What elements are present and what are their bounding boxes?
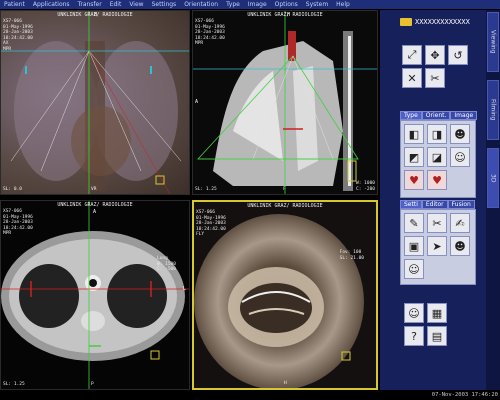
patient-info: XS7-066 01-May-1996 28-Jan-2003 18:24:42… <box>196 210 226 237</box>
head-view-icon[interactable]: ☺ <box>404 303 424 323</box>
tab-viewing[interactable]: Viewing <box>487 12 499 72</box>
viewport-axial[interactable]: UNKLINIK GRAZ/ RADIOLOGIE XS7-066 01-May… <box>0 200 190 390</box>
mpr-oblique-icon[interactable]: ◪ <box>427 147 447 167</box>
arrow-select-icon[interactable]: ➤ <box>427 236 447 256</box>
type-group: ◧ ◨ ☻ ◩ ◪ ☺ ♥ ♥ <box>400 120 476 198</box>
orientation-bottom: H <box>284 381 287 386</box>
datetime-display: 07-Nov-2003 17:46:20 <box>431 392 498 398</box>
head-icon[interactable]: ☻ <box>450 124 470 144</box>
orientation-bottom: P <box>91 382 94 387</box>
scissors-tool-icon[interactable]: ✂ <box>425 68 445 88</box>
menu-system[interactable]: System <box>306 0 328 9</box>
menu-bar: Patient Applications Transfer Edit View … <box>0 0 500 9</box>
top-toolbar: ⤢ ✥ ↺ ✕ ✂ <box>402 45 468 88</box>
menu-options[interactable]: Options <box>275 0 298 9</box>
window-level: Lung W: 1500 C: -500 <box>157 256 176 272</box>
mpr-axial-icon[interactable]: ◧ <box>404 124 424 144</box>
rotate-3d-tool-icon[interactable]: ✥ <box>425 45 445 65</box>
skull-icon[interactable]: ☺ <box>450 147 470 167</box>
slice-label: SL: 1.25 <box>195 187 217 192</box>
tab-image[interactable]: Image <box>450 111 478 120</box>
cut-region-icon[interactable]: ✂ <box>427 213 447 233</box>
orientation-top: A <box>93 209 97 215</box>
head-profile-icon[interactable]: ☺ <box>404 259 424 279</box>
undo-tool-icon[interactable]: ↺ <box>448 45 468 65</box>
patient-info: XS7-066 01-May-1996 28-Jan-2003 18:24:42… <box>3 209 33 236</box>
tab-fusion[interactable]: Fusion <box>447 200 475 209</box>
menu-settings[interactable]: Settings <box>152 0 177 9</box>
tab-settings[interactable]: Setti <box>400 200 422 209</box>
viewport-sagittal[interactable]: UNKLINIK GRAZ/ RADIOLOGIE XS7-066 01-May… <box>192 10 378 195</box>
fov-info: Fov: 100 SL: 21.00 <box>339 250 364 261</box>
vr-red-icon[interactable]: ♥ <box>404 170 424 190</box>
status-bar: 07-Nov-2003 17:46:20 <box>0 391 500 400</box>
menu-image[interactable]: Image <box>248 0 267 9</box>
slice-label: SL: 0.0 <box>3 187 22 192</box>
tab-filming[interactable]: Filming <box>487 80 499 140</box>
mpr-sagittal-icon[interactable]: ◨ <box>427 124 447 144</box>
orientation-bottom: F <box>283 187 286 192</box>
menu-edit[interactable]: Edit <box>110 0 122 9</box>
window-level: W: 1000 C: -200 <box>356 181 375 192</box>
settings-tabs: Setti Editor Fusion <box>400 200 475 209</box>
vr-red-alt-icon[interactable]: ♥ <box>427 170 447 190</box>
cube-edit-icon[interactable]: ▣ <box>404 236 424 256</box>
menu-applications[interactable]: Applications <box>33 0 70 9</box>
orientation-right: L <box>182 286 186 292</box>
edit-contour-icon[interactable]: ✎ <box>404 213 424 233</box>
viewport-coronal[interactable]: UNKLINIK GRAZ/ RADIOLOGIE XS7-066 01-May… <box>0 10 190 195</box>
help-icon[interactable]: ? <box>404 326 424 346</box>
folder-label: XXXXXXXXXXXXX <box>415 18 470 26</box>
viewport-header: UNKLINIK GRAZ/ RADIOLOGIE <box>247 12 323 18</box>
settings-group: ✎ ✂ ✍ ▣ ➤ ☻ ☺ <box>400 209 476 285</box>
viewport-header: UNKLINIK GRAZ/ RADIOLOGIE <box>57 202 133 208</box>
orientation-top: H <box>287 12 291 18</box>
menu-view[interactable]: View <box>129 0 143 9</box>
menu-help[interactable]: Help <box>336 0 350 9</box>
pan-tool-icon[interactable]: ✕ <box>402 68 422 88</box>
viewport-endoscopy[interactable]: UNKLINIK GRAZ/ RADIOLOGIE XS7-066 01-May… <box>192 200 378 390</box>
bottom-toolbar: ☺ ▦ ? ▤ <box>404 303 447 346</box>
tab-editor[interactable]: Editor <box>421 200 448 209</box>
patient-info: XS7-066 01-May-1996 28-Jan-2003 18:24:42… <box>3 19 33 52</box>
vertical-tab-bar: Viewing Filming 3D <box>486 10 500 390</box>
multi-view-icon[interactable]: ▦ <box>427 303 447 323</box>
orientation-top: H <box>94 12 98 18</box>
tab-type[interactable]: Type <box>400 111 422 120</box>
view-tabs: Type Orient. Image <box>400 111 478 120</box>
patient-folder[interactable]: XXXXXXXXXXXXX <box>400 18 470 26</box>
head-select-icon[interactable]: ☻ <box>450 236 470 256</box>
film-icon[interactable]: ▤ <box>427 326 447 346</box>
folder-icon <box>400 18 412 26</box>
viewport-header: UNKLINIK GRAZ/ RADIOLOGIE <box>247 203 323 209</box>
zoom-tool-icon[interactable]: ⤢ <box>402 45 422 65</box>
orientation-left: A <box>195 99 199 105</box>
tab-orient[interactable]: Orient. <box>421 111 451 120</box>
menu-orientation[interactable]: Orientation <box>184 0 218 9</box>
mpr-coronal-icon[interactable]: ◩ <box>404 147 424 167</box>
menu-patient[interactable]: Patient <box>4 0 25 9</box>
patient-info: XS7-066 01-May-1996 28-Jan-2003 18:24:42… <box>195 19 225 46</box>
slice-label: SL: 1.25 <box>3 382 25 387</box>
menu-transfer[interactable]: Transfer <box>78 0 102 9</box>
brush-icon[interactable]: ✍ <box>450 213 470 233</box>
vr-label: VR <box>91 187 97 192</box>
menu-type[interactable]: Type <box>226 0 240 9</box>
tab-3d[interactable]: 3D <box>487 148 499 208</box>
